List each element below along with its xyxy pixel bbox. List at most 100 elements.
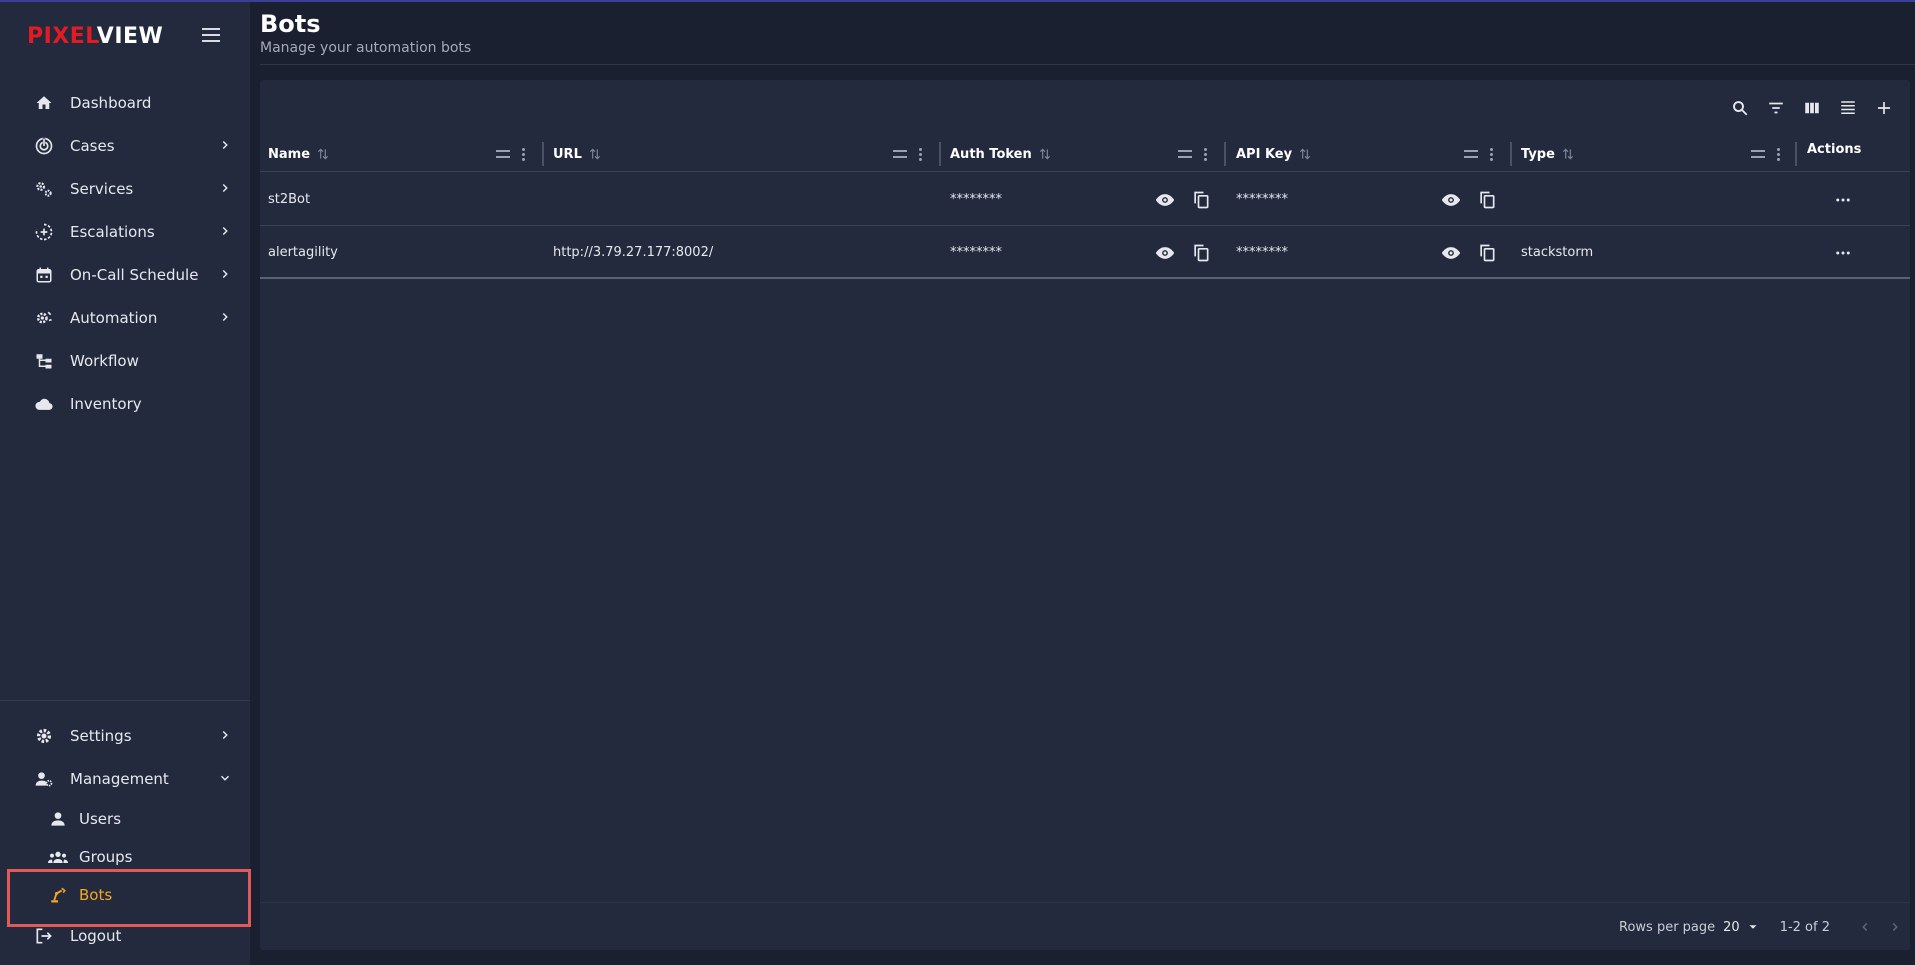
- copy-icon: [1194, 191, 1209, 209]
- column-header-auth-token[interactable]: Auth Token: [950, 136, 1052, 172]
- sidebar-item-label: Dashboard: [70, 93, 152, 112]
- show-api-key-button[interactable]: [1440, 189, 1462, 211]
- row-actions-button[interactable]: [1832, 242, 1854, 264]
- show-api-key-button[interactable]: [1440, 242, 1462, 264]
- column-resize-handle[interactable]: [1224, 142, 1226, 166]
- drag-handle-icon[interactable]: [1464, 150, 1478, 158]
- logout-icon: [34, 926, 54, 946]
- previous-page-button[interactable]: [1850, 912, 1880, 942]
- copy-api-key-button[interactable]: [1476, 242, 1498, 264]
- columns-button[interactable]: [1794, 94, 1830, 122]
- sidebar-item-cases[interactable]: Cases: [0, 124, 250, 167]
- column-header-url[interactable]: URL: [553, 136, 602, 172]
- drag-handle-icon[interactable]: [496, 150, 510, 158]
- sidebar-item-label: Settings: [70, 726, 132, 745]
- brand-part1: PIXEL: [27, 24, 97, 49]
- column-menu-icon[interactable]: [1488, 147, 1494, 162]
- column-menu-icon[interactable]: [917, 147, 923, 162]
- cases-icon: [34, 136, 54, 156]
- table-row[interactable]: st2Bot ******** ********: [260, 173, 1910, 226]
- density-button[interactable]: [1830, 94, 1866, 122]
- page-title: Bots: [260, 10, 321, 38]
- column-header-api-key[interactable]: API Key: [1236, 136, 1312, 172]
- drag-handle-icon[interactable]: [1751, 150, 1765, 158]
- column-tools-type: [1751, 136, 1781, 172]
- settings-gear-icon: [34, 726, 54, 746]
- sidebar-item-label: Escalations: [70, 222, 155, 241]
- column-tools-url: [893, 136, 923, 172]
- sidebar-item-users[interactable]: Users: [0, 800, 250, 838]
- sidebar-item-escalations[interactable]: Escalations: [0, 210, 250, 253]
- table-toolbar: [1722, 94, 1902, 122]
- table-row[interactable]: alertagility http://3.79.27.177:8002/ **…: [260, 226, 1910, 279]
- column-resize-handle[interactable]: [1795, 142, 1797, 166]
- density-icon: [1841, 101, 1855, 114]
- column-resize-handle[interactable]: [1510, 142, 1512, 166]
- sidebar-item-services[interactable]: Services: [0, 167, 250, 210]
- rows-per-page-value: 20: [1723, 919, 1740, 935]
- drag-handle-icon[interactable]: [1178, 150, 1192, 158]
- column-header-name[interactable]: Name: [268, 136, 330, 172]
- drag-handle-icon[interactable]: [893, 150, 907, 158]
- sidebar-item-label: Users: [79, 810, 122, 828]
- sidebar-item-groups[interactable]: Groups: [0, 838, 250, 876]
- column-header-type[interactable]: Type: [1521, 136, 1575, 172]
- sort-icon[interactable]: [1298, 147, 1312, 161]
- person-icon: [48, 809, 68, 829]
- sidebar-item-workflow[interactable]: Workflow: [0, 339, 250, 382]
- copy-auth-token-button[interactable]: [1190, 189, 1212, 211]
- sort-icon[interactable]: [588, 147, 602, 161]
- add-bot-button[interactable]: [1866, 94, 1902, 122]
- copy-auth-token-button[interactable]: [1190, 242, 1212, 264]
- show-auth-token-button[interactable]: [1154, 242, 1176, 264]
- cell-api-key: ********: [1236, 192, 1288, 207]
- column-menu-icon[interactable]: [1202, 147, 1208, 162]
- column-menu-icon[interactable]: [1775, 147, 1781, 162]
- automation-gear-icon: [34, 308, 54, 328]
- column-menu-icon[interactable]: [520, 147, 526, 162]
- copy-icon: [1480, 244, 1495, 262]
- column-header-label: API Key: [1236, 146, 1293, 162]
- cell-name: st2Bot: [268, 192, 311, 207]
- sidebar-item-label: On-Call Schedule: [70, 265, 199, 284]
- user-gear-icon: [34, 769, 54, 789]
- chevron-right-icon: [222, 140, 228, 150]
- sort-icon[interactable]: [1561, 147, 1575, 161]
- chevron-down-icon: [220, 775, 230, 781]
- eye-icon: [1441, 194, 1461, 206]
- sort-icon[interactable]: [316, 147, 330, 161]
- show-auth-token-button[interactable]: [1154, 189, 1176, 211]
- next-page-button[interactable]: [1880, 912, 1910, 942]
- page-range: 1-2 of 2: [1779, 919, 1830, 935]
- workflow-icon: [34, 351, 54, 371]
- chevron-right-icon: [222, 312, 228, 322]
- cell-auth-token: ********: [950, 192, 1002, 207]
- sort-icon[interactable]: [1038, 147, 1052, 161]
- row-actions-button[interactable]: [1832, 189, 1854, 211]
- sidebar-item-on-call-schedule[interactable]: On-Call Schedule: [0, 253, 250, 296]
- sidebar-item-dashboard[interactable]: Dashboard: [0, 81, 250, 124]
- filter-button[interactable]: [1758, 94, 1794, 122]
- search-button[interactable]: [1722, 94, 1758, 122]
- column-resize-handle[interactable]: [939, 142, 941, 166]
- filter-icon: [1769, 102, 1783, 114]
- rows-per-page-select[interactable]: 20: [1723, 920, 1760, 935]
- sidebar-item-bots[interactable]: Bots: [0, 876, 250, 914]
- chevron-left-icon: [1862, 922, 1868, 932]
- more-horizontal-icon: [1836, 251, 1850, 255]
- sidebar-item-automation[interactable]: Automation: [0, 296, 250, 339]
- column-header-label: Type: [1521, 146, 1555, 162]
- column-resize-handle[interactable]: [542, 142, 544, 166]
- brand-logo[interactable]: PIXELVIEW: [27, 24, 163, 49]
- chevron-right-icon: [222, 183, 228, 193]
- sidebar-item-management[interactable]: Management: [0, 757, 250, 800]
- more-horizontal-icon: [1836, 198, 1850, 202]
- cell-url: http://3.79.27.177:8002/: [553, 245, 714, 260]
- eye-icon: [1441, 247, 1461, 259]
- sidebar-item-logout[interactable]: Logout: [0, 914, 250, 957]
- hamburger-menu-icon[interactable]: [202, 28, 220, 44]
- sidebar-item-settings[interactable]: Settings: [0, 714, 250, 757]
- sidebar-item-inventory[interactable]: Inventory: [0, 382, 250, 425]
- copy-api-key-button[interactable]: [1476, 189, 1498, 211]
- page-subtitle: Manage your automation bots: [260, 40, 472, 56]
